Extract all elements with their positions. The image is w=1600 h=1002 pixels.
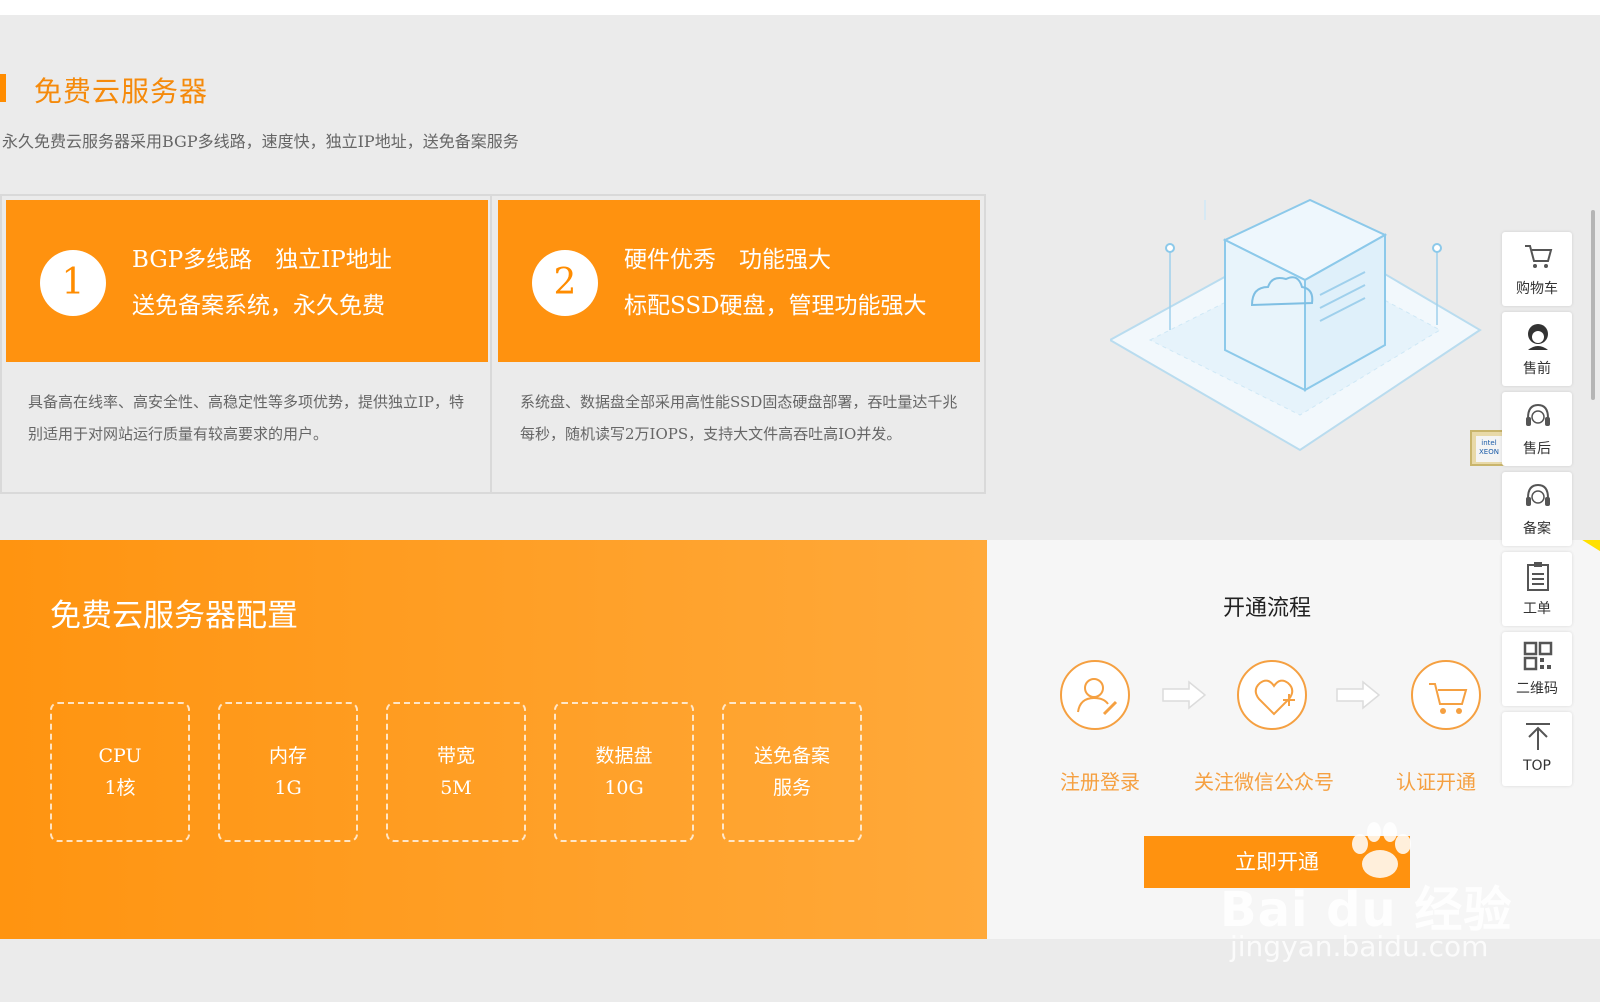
- card-number: 1: [40, 250, 106, 316]
- user-register-icon: [1060, 660, 1130, 730]
- watermark-url: jingyan.baidu.com: [1230, 930, 1489, 963]
- top-bar: [0, 0, 1600, 15]
- server-config-panel: 免费云服务器配置 CPU 1核 内存 1G 带宽 5M 数据盘 10G 送免备案…: [0, 540, 987, 939]
- step-label-wechat: 关注微信公众号: [1194, 770, 1334, 794]
- feature-cards: 1 BGP多线路 独立IP地址 送免备案系统，永久免费 具备高在线率、高安全性、…: [0, 194, 986, 494]
- cloud-server-illustration: [1110, 198, 1482, 452]
- card-description: 具备高在线率、高安全性、高稳定性等多项优势，提供独立IP，特别适用于对网站运行质…: [28, 393, 465, 443]
- spec-name: CPU: [98, 745, 142, 767]
- spec-value: 1核: [104, 777, 136, 799]
- chip-label: intel XEON: [1476, 436, 1502, 462]
- spec-name: 数据盘: [595, 745, 653, 767]
- spec-value: 5M: [440, 777, 472, 799]
- section-title: 免费云服务器: [34, 75, 209, 108]
- scrollbar-thumb[interactable]: [1591, 210, 1595, 400]
- spec-memory: 内存 1G: [218, 702, 358, 842]
- card-headline-2: 送免备案系统，永久免费: [132, 293, 385, 319]
- floating-sidebar: 购物车 售前 售后 备案 工单 二维码 TOP: [1502, 232, 1572, 792]
- sidebar-item-aftersales[interactable]: 售后: [1502, 392, 1572, 466]
- spec-value: 10G: [604, 777, 644, 799]
- sidebar-item-label: 售后: [1523, 441, 1551, 457]
- sidebar-item-cart[interactable]: 购物车: [1502, 232, 1572, 306]
- sidebar-item-label: 购物车: [1516, 281, 1558, 297]
- section-subtitle: 永久免费云服务器采用BGP多线路，速度快，独立IP地址，送免备案服务: [2, 132, 519, 151]
- feature-card-1: 1 BGP多线路 独立IP地址 送免备案系统，永久免费 具备高在线率、高安全性、…: [2, 196, 492, 492]
- sidebar-item-top[interactable]: TOP: [1502, 712, 1572, 786]
- card-headline-1: 硬件优秀 功能强大: [624, 247, 831, 273]
- headset-icon: [1526, 483, 1550, 506]
- sidebar-item-label: 备案: [1523, 521, 1551, 537]
- cart-icon: [1411, 660, 1481, 730]
- heading-accent-bar: [0, 74, 6, 102]
- clipboard-icon: [1527, 562, 1549, 591]
- qrcode-icon: [1523, 641, 1553, 671]
- headset-icon: [1526, 403, 1550, 426]
- spec-cpu: CPU 1核: [50, 702, 190, 842]
- spec-name: 内存: [268, 745, 307, 767]
- spec-name: 带宽: [436, 745, 475, 767]
- step-label-register: 注册登录: [1060, 770, 1140, 794]
- sidebar-item-qrcode[interactable]: 二维码: [1502, 632, 1572, 706]
- step-label-activate: 认证开通: [1396, 770, 1476, 794]
- sidebar-item-label: 二维码: [1516, 681, 1558, 697]
- sidebar-item-filing[interactable]: 备案: [1502, 472, 1572, 546]
- card-header: 2 硬件优秀 功能强大 标配SSD硬盘，管理功能强大: [498, 200, 980, 362]
- spec-bandwidth: 带宽 5M: [386, 702, 526, 842]
- spec-name: 送免备案: [753, 745, 830, 767]
- arrow-up-icon: [1526, 723, 1550, 750]
- card-description: 系统盘、数据盘全部采用高性能SSD固态硬盘部署，吞吐量达千兆每秒，随机读写2万I…: [520, 393, 958, 443]
- card-number: 2: [532, 250, 598, 316]
- spec-filing: 送免备案 服务: [722, 702, 862, 842]
- sidebar-item-label: 工单: [1523, 601, 1551, 617]
- card-header: 1 BGP多线路 独立IP地址 送免备案系统，永久免费: [6, 200, 488, 362]
- spec-value: 1G: [274, 777, 302, 799]
- sidebar-item-label: TOP: [1522, 758, 1551, 774]
- card-headline-1: BGP多线路 独立IP地址: [132, 247, 392, 273]
- xeon-chip-badge: intel XEON: [1470, 430, 1506, 466]
- heart-plus-icon: [1237, 660, 1307, 730]
- spec-data-disk: 数据盘 10G: [554, 702, 694, 842]
- spec-value: 服务: [772, 777, 811, 799]
- cart-icon: [1525, 245, 1553, 268]
- sidebar-item-ticket[interactable]: 工单: [1502, 552, 1572, 626]
- card-headline-2: 标配SSD硬盘，管理功能强大: [624, 293, 927, 319]
- feature-card-2: 2 硬件优秀 功能强大 标配SSD硬盘，管理功能强大 系统盘、数据盘全部采用高性…: [494, 196, 984, 492]
- agent-icon: [1528, 324, 1548, 350]
- arrow-right-icon: [1162, 680, 1207, 710]
- config-title: 免费云服务器配置: [50, 598, 298, 634]
- sidebar-item-label: 售前: [1523, 361, 1551, 377]
- process-title: 开通流程: [1222, 596, 1311, 621]
- sidebar-item-presales[interactable]: 售前: [1502, 312, 1572, 386]
- arrow-right-icon: [1336, 680, 1381, 710]
